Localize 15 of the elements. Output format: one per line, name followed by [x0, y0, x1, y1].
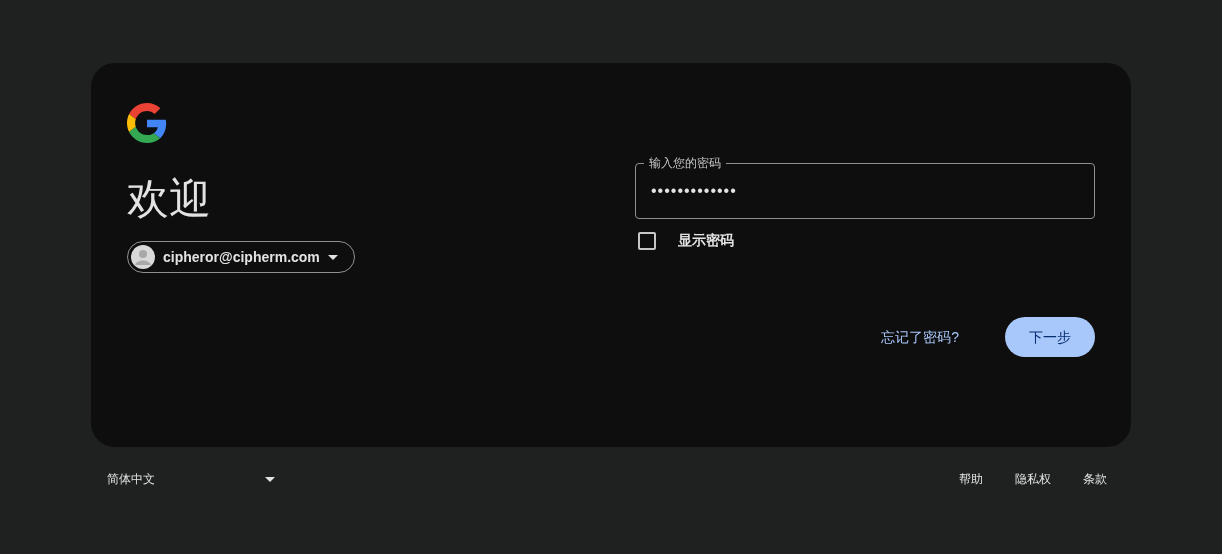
- password-value: •••••••••••••: [651, 181, 737, 201]
- show-password-checkbox[interactable]: [638, 231, 656, 250]
- footer-link[interactable]: 帮助: [951, 470, 991, 488]
- show-password-label: 显示密码: [678, 231, 734, 250]
- field-label: 输入您的密码: [644, 155, 726, 171]
- avatar-icon: [131, 245, 155, 269]
- logo-icon: [127, 103, 167, 143]
- next-button[interactable]: 下一步: [1005, 317, 1095, 357]
- forgot-password-link[interactable]: 忘记了密码?: [881, 326, 959, 348]
- language-select[interactable]: 简体中文: [107, 470, 275, 488]
- footer-link[interactable]: 条款: [1075, 470, 1115, 488]
- dropdown-caret-icon: [327, 254, 338, 260]
- welcome-title: 欢迎: [127, 174, 211, 224]
- dropdown-caret-icon: [265, 476, 275, 482]
- footer-link[interactable]: 隐私权: [1007, 470, 1059, 488]
